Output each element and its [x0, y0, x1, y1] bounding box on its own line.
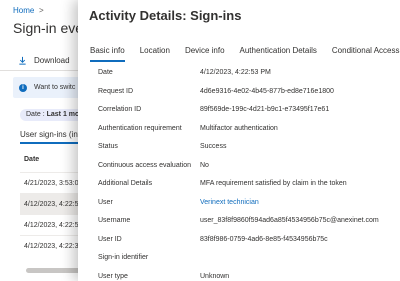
tab-location[interactable]: Location: [140, 46, 170, 62]
info-icon: i: [19, 83, 27, 92]
detail-label: Request ID: [98, 87, 134, 95]
breadcrumb-separator: >: [39, 6, 44, 15]
detail-row: Correlation ID 89f569de-199c-4d21-b9c1-e7…: [78, 101, 400, 120]
tab-conditional-access[interactable]: Conditional Access: [332, 46, 400, 62]
detail-row: Username user_83f8f9860f594ad6a85f4534956…: [78, 212, 400, 231]
detail-label: Status: [98, 143, 118, 150]
download-button[interactable]: Download: [18, 56, 70, 65]
detail-value: 83f8f986-0759-4ad6-8e85-f4534956b75c: [200, 235, 328, 243]
detail-label: User type: [98, 272, 128, 280]
activity-details-panel: Activity Details: Sign-ins Basic info Loc…: [78, 0, 400, 281]
tab-device-info[interactable]: Device info: [185, 46, 225, 62]
breadcrumb-home[interactable]: Home: [13, 6, 34, 15]
detail-row: User ID 83f8f986-0759-4ad6-8e85-f4534956b…: [78, 231, 400, 250]
detail-label: User ID: [98, 235, 122, 243]
detail-row: Additional Details MFA requirement satisf…: [78, 175, 400, 194]
detail-row: User Verinext technician: [78, 194, 400, 213]
detail-row: Date 4/12/2023, 4:22:53 PM: [78, 64, 400, 83]
filter-value: Last 1 mo: [46, 111, 80, 118]
detail-value: 4d6e9316-4e02-4b45-877b-ed8e716e1800: [200, 87, 334, 95]
detail-row: Request ID 4d6e9316-4e02-4b45-877b-ed8e71…: [78, 83, 400, 102]
toolbar-divider: [0, 70, 90, 71]
detail-row: Sign-in identifier: [78, 249, 400, 268]
detail-value: 4/12/2023, 4:22:53 PM: [200, 69, 271, 76]
download-label: Download: [34, 56, 70, 65]
detail-label: Additional Details: [98, 180, 153, 187]
user-link[interactable]: Verinext technician: [200, 199, 259, 206]
detail-row: User type Unknown: [78, 268, 400, 281]
detail-label: User: [98, 198, 113, 206]
details-list: Date 4/12/2023, 4:22:53 PM Request ID 4d6e9…: [78, 64, 400, 281]
detail-value: Unknown: [200, 272, 230, 280]
detail-label: Continuous access evaluation: [98, 161, 192, 169]
detail-value: Success: [200, 143, 227, 150]
details-tabs: Basic info Location Device info Authenticat…: [90, 46, 400, 62]
detail-label: Sign-in identifier: [98, 254, 149, 261]
detail-label: Username: [98, 217, 131, 224]
filter-prefix: Date :: [26, 111, 47, 118]
tab-authentication-details[interactable]: Authentication Details: [240, 46, 317, 62]
detail-row: Continuous access evaluation No: [78, 157, 400, 176]
tab-user-sign-ins[interactable]: User sign-ins (int: [20, 130, 80, 139]
detail-value: 89f569de-199c-4d21-b9c1-e73495f17e61: [200, 106, 330, 113]
page-title: Sign-in eve: [13, 20, 84, 36]
detail-value: MFA requirement satisfied by claim in th…: [200, 180, 347, 187]
detail-value: user_83f8f9860f594ad6a85f4534956b75c@ane…: [200, 217, 379, 224]
detail-row: Status Success: [78, 138, 400, 157]
download-icon: [18, 56, 27, 65]
tab-active-indicator: [20, 142, 80, 144]
tab-basic-info[interactable]: Basic info: [90, 46, 125, 62]
banner-text: Want to switc: [34, 84, 76, 91]
detail-value: No: [200, 161, 209, 169]
detail-label: Correlation ID: [98, 106, 142, 113]
panel-title: Activity Details: Sign-ins: [89, 8, 242, 23]
detail-value: Multifactor authentication: [200, 124, 278, 132]
detail-row: Authentication requirement Multifactor au…: [78, 120, 400, 139]
detail-label: Date: [98, 69, 113, 76]
detail-label: Authentication requirement: [98, 124, 182, 132]
horizontal-scrollbar[interactable]: [26, 268, 82, 273]
